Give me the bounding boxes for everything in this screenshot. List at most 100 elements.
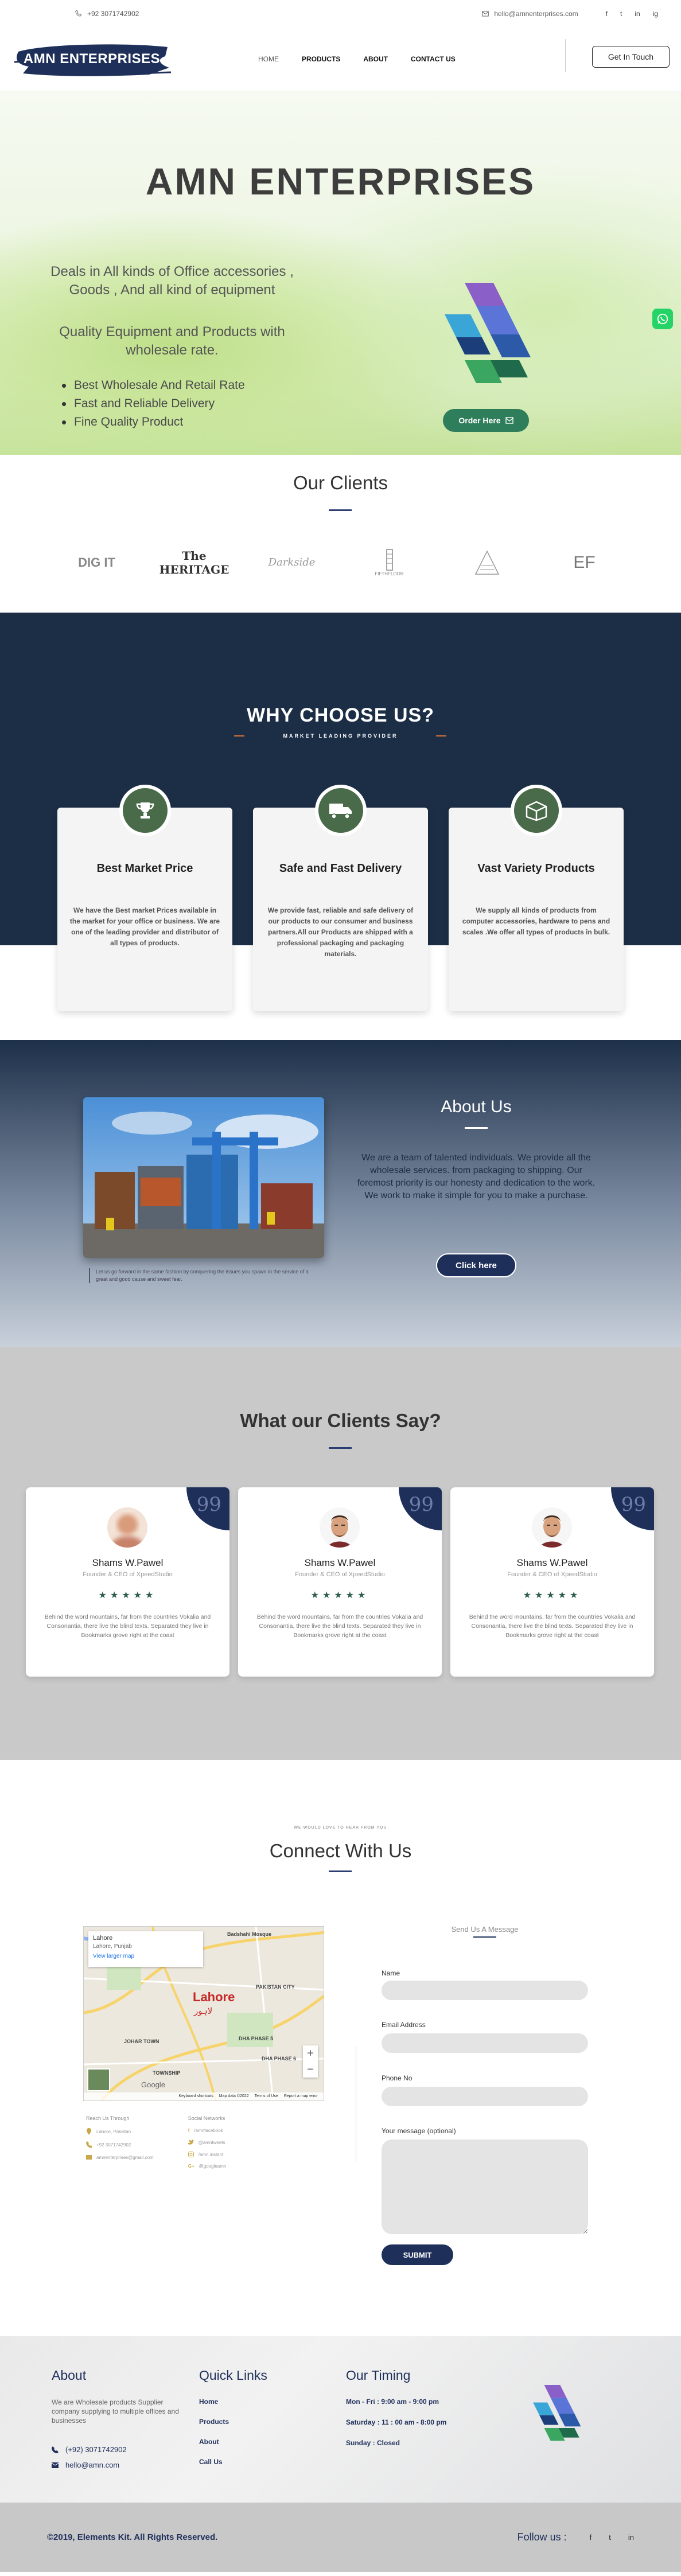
- connect-pretitle: WE WOULD LOVE TO HEAR FROM YOU: [294, 1826, 387, 1830]
- footer-about-text: We are Wholesale products Supplier compa…: [52, 2398, 179, 2425]
- connect-section: WE WOULD LOVE TO HEAR FROM YOU Connect W…: [0, 1760, 681, 2336]
- footer-phone[interactable]: (+92) 3071742902: [52, 2445, 184, 2454]
- map-label: DHA PHASE 5: [239, 2036, 274, 2041]
- top-email[interactable]: hello@amnenterprises.com: [494, 10, 578, 18]
- map-footer-link[interactable]: Keyboard shortcuts: [178, 2094, 213, 2099]
- order-here-button[interactable]: Order Here: [443, 409, 529, 432]
- footer-link-call[interactable]: Call Us: [199, 2458, 267, 2466]
- quote-icon: 99: [611, 1487, 654, 1530]
- hero-section: AMN ENTERPRISES Deals in All kinds of Of…: [0, 91, 681, 455]
- testimonial-name: Shams W.Pawel: [92, 1557, 164, 1568]
- twitter-icon: [188, 2139, 194, 2145]
- nav-about[interactable]: ABOUT: [363, 55, 388, 63]
- nav-contact[interactable]: CONTACT US: [411, 55, 456, 63]
- name-input[interactable]: [382, 1981, 588, 2000]
- footer-brand-mark-icon: [533, 2385, 581, 2441]
- footer: About We are Wholesale products Supplier…: [0, 2336, 681, 2503]
- click-here-button[interactable]: Click here: [436, 1253, 516, 1277]
- contact-phone[interactable]: +92 3071742902: [96, 2142, 131, 2148]
- linkedin-icon[interactable]: in: [635, 10, 640, 18]
- nav-home[interactable]: HOME: [258, 55, 279, 63]
- form-underline: [473, 1936, 496, 1938]
- facebook-icon[interactable]: f: [606, 10, 608, 18]
- site-logo[interactable]: AMN ENTERPRISES: [11, 39, 172, 79]
- message-textarea[interactable]: [382, 2139, 588, 2234]
- mail-icon: [482, 11, 489, 17]
- timing-row: Saturday : 11 : 00 am - 8:00 pm: [346, 2418, 447, 2426]
- google-logo: Google: [141, 2080, 165, 2089]
- contact-columns: Reach Us Through Lahore, Pakistan +92 30…: [86, 2115, 316, 2175]
- footer-link-home[interactable]: Home: [199, 2398, 267, 2406]
- email-input[interactable]: [382, 2033, 588, 2053]
- about-section: Let us go forward in the same fashion by…: [0, 1040, 681, 1347]
- footer-email[interactable]: hello@amn.com: [52, 2461, 184, 2469]
- contact-row: amnenterprises@gmail.com: [86, 2154, 154, 2160]
- client-logo-text: DIG IT: [78, 555, 115, 570]
- instagram-icon[interactable]: ig: [653, 10, 658, 18]
- name-label: Name: [382, 1969, 400, 1977]
- why-subtitle: MARKET LEADING PROVIDER: [283, 733, 398, 739]
- contact-email[interactable]: amnenterprises@gmail.com: [96, 2155, 154, 2160]
- brand-mark-icon: [445, 283, 531, 383]
- facebook-icon[interactable]: f: [590, 2533, 592, 2542]
- map-footer-link[interactable]: Report a map error: [284, 2094, 318, 2099]
- map-label: TOWNSHIP: [153, 2070, 181, 2076]
- footer-timing: Our Timing Mon - Fri : 9:00 am - 9:00 pm…: [346, 2368, 446, 2460]
- zoom-out-icon[interactable]: −: [307, 2063, 314, 2076]
- hero-lead: Deals in All kinds of Office accessories…: [50, 264, 294, 298]
- social-handle: @googleamn: [199, 2164, 227, 2169]
- phone-input[interactable]: [382, 2087, 588, 2106]
- map-label: Badshahi Mosque: [227, 1931, 272, 1937]
- star-rating: ★★★★★: [523, 1591, 582, 1600]
- testimonials-title: What our Clients Say?: [240, 1410, 441, 1431]
- submit-button[interactable]: SUBMIT: [382, 2244, 453, 2265]
- social-row[interactable]: /amn.instant: [188, 2152, 227, 2157]
- map-larger-link[interactable]: View larger map: [93, 1953, 199, 1959]
- zoom-in-icon[interactable]: +: [307, 2047, 314, 2060]
- twitter-icon[interactable]: t: [620, 10, 622, 18]
- star-rating: ★★★★★: [98, 1591, 157, 1600]
- instagram-icon: [188, 2152, 194, 2157]
- footer-link-about[interactable]: About: [199, 2438, 267, 2446]
- feature-card: Safe and Fast Delivery We provide fast, …: [253, 785, 428, 1011]
- linkedin-icon[interactable]: in: [628, 2533, 634, 2542]
- nav-products[interactable]: PRODUCTS: [302, 55, 340, 63]
- card-title: Safe and Fast Delivery: [279, 862, 402, 875]
- map-label: DHA PHASE 6: [262, 2056, 297, 2061]
- map-footer-link[interactable]: Terms of Use: [255, 2094, 278, 2099]
- testimonial-name: Shams W.Pawel: [516, 1557, 588, 1568]
- card-icon-wrap: [315, 785, 367, 836]
- whatsapp-icon: [657, 313, 668, 325]
- box-icon: [526, 801, 547, 821]
- about-underline: [465, 1127, 488, 1129]
- feature-card: Best Market Price We have the Best marke…: [57, 785, 232, 1011]
- timing-row: Mon - Fri : 9:00 am - 9:00 pm: [346, 2398, 439, 2406]
- top-bar: +92 3071742902 hello@amnenterprises.com …: [0, 0, 681, 28]
- map-embed[interactable]: Lahore Lahore, Punjab View larger map La…: [83, 1926, 324, 2101]
- client-logo-heritage: The HERITAGE: [159, 541, 229, 584]
- follow-label: Follow us :: [517, 2531, 567, 2543]
- mail-icon: [52, 2462, 59, 2468]
- google-plus-icon: G+: [188, 2164, 194, 2169]
- social-row[interactable]: f/amnfacebook: [188, 2128, 227, 2133]
- testimonial-card: 99 Shams W.Pawel Founder & CEO of XpeedS…: [26, 1487, 229, 1677]
- testimonials-section: What our Clients Say? 99 Shams W.Pawel F…: [0, 1347, 681, 1760]
- phone-label: Phone No: [382, 2074, 413, 2082]
- social-row[interactable]: @amntweets: [188, 2139, 227, 2145]
- map-satellite-toggle[interactable]: [87, 2068, 110, 2091]
- about-title: About Us: [441, 1097, 512, 1116]
- title-underline: [329, 1870, 352, 1872]
- map-footer-link: Map data ©2022: [219, 2094, 249, 2098]
- get-in-touch-button[interactable]: Get In Touch: [592, 46, 670, 68]
- whatsapp-button[interactable]: [652, 309, 673, 329]
- phone-icon: [52, 2446, 59, 2453]
- phone-icon: [86, 2141, 92, 2148]
- why-section: WHY CHOOSE US? MARKET LEADING PROVIDER B…: [0, 613, 681, 1040]
- testimonial-name: Shams W.Pawel: [304, 1557, 376, 1568]
- client-logo-tower: [456, 541, 519, 584]
- social-row[interactable]: G+ @googleamn: [188, 2164, 227, 2169]
- twitter-icon[interactable]: t: [609, 2533, 611, 2542]
- top-phone[interactable]: +92 3071742902: [75, 10, 139, 18]
- footer-link-products[interactable]: Products: [199, 2418, 267, 2426]
- message-label: Your message (optional): [382, 2127, 456, 2135]
